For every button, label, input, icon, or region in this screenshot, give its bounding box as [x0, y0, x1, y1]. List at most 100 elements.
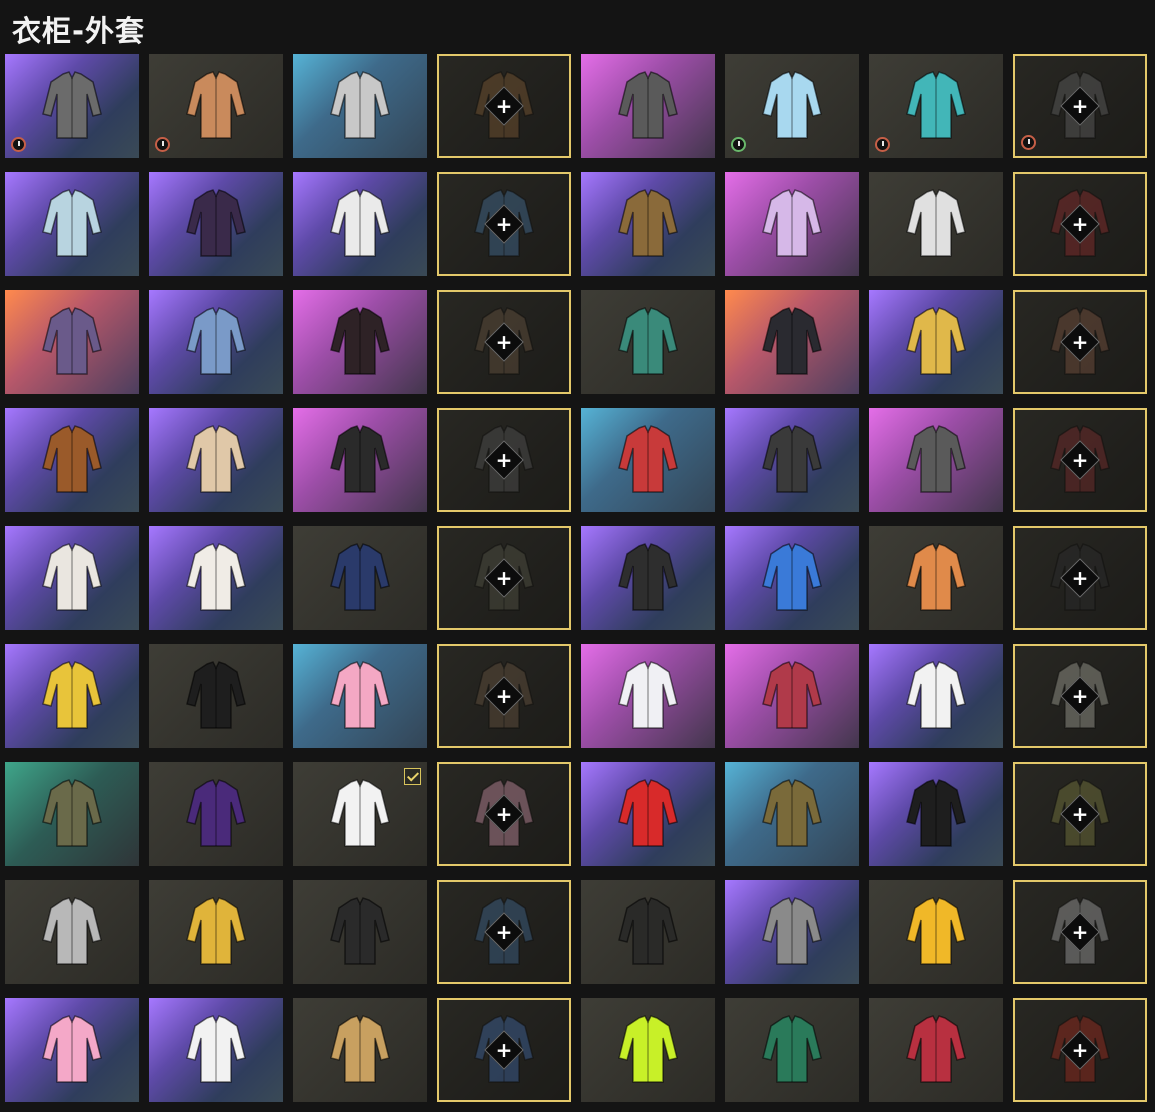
outfit-slot[interactable]	[149, 998, 283, 1102]
outfit-slot[interactable]	[725, 290, 859, 394]
outfit-slot[interactable]	[725, 172, 859, 276]
timer-icon	[11, 137, 26, 152]
outfit-slot[interactable]	[293, 880, 427, 984]
outfit-slot[interactable]	[869, 172, 1003, 276]
outfit-slot[interactable]	[869, 526, 1003, 630]
empty-outfit-slot[interactable]: +	[437, 998, 571, 1102]
outfit-slot[interactable]	[293, 290, 427, 394]
outfit-slot[interactable]	[581, 408, 715, 512]
jacket-icon	[903, 186, 969, 262]
outfit-slot[interactable]	[725, 526, 859, 630]
outfit-slot[interactable]	[581, 880, 715, 984]
outfit-slot[interactable]	[725, 408, 859, 512]
outfit-slot[interactable]	[149, 290, 283, 394]
jacket-icon	[759, 186, 825, 262]
outfit-slot[interactable]	[869, 762, 1003, 866]
outfit-slot[interactable]	[5, 762, 139, 866]
outfit-slot[interactable]	[869, 54, 1003, 158]
plus-glyph: +	[495, 684, 513, 708]
outfit-slot[interactable]	[5, 880, 139, 984]
outfit-slot[interactable]	[293, 54, 427, 158]
empty-outfit-slot[interactable]: +	[437, 762, 571, 866]
outfit-slot[interactable]	[293, 762, 427, 866]
empty-outfit-slot[interactable]: +	[437, 54, 571, 158]
outfit-slot[interactable]	[869, 408, 1003, 512]
outfit-slot[interactable]	[725, 880, 859, 984]
plus-glyph: +	[1071, 94, 1089, 118]
jacket-icon	[183, 776, 249, 852]
jacket-icon	[327, 894, 393, 970]
outfit-slot[interactable]	[293, 644, 427, 748]
empty-outfit-slot[interactable]: +	[437, 290, 571, 394]
outfit-slot[interactable]	[149, 54, 283, 158]
jacket-icon	[327, 658, 393, 734]
outfit-slot[interactable]	[581, 998, 715, 1102]
empty-outfit-slot[interactable]: +	[1013, 998, 1147, 1102]
outfit-slot[interactable]	[149, 644, 283, 748]
outfit-slot[interactable]	[581, 54, 715, 158]
outfit-slot[interactable]	[869, 998, 1003, 1102]
outfit-slot[interactable]	[5, 644, 139, 748]
outfit-slot[interactable]	[581, 290, 715, 394]
empty-outfit-slot[interactable]: +	[1013, 290, 1147, 394]
jacket-icon	[903, 776, 969, 852]
outfit-slot[interactable]	[293, 408, 427, 512]
outfit-slot[interactable]	[725, 998, 859, 1102]
timer-icon	[875, 137, 890, 152]
empty-outfit-slot[interactable]: +	[437, 644, 571, 748]
outfit-slot[interactable]	[869, 290, 1003, 394]
outfit-slot[interactable]	[869, 644, 1003, 748]
outfit-slot[interactable]	[5, 290, 139, 394]
empty-outfit-slot[interactable]: +	[1013, 762, 1147, 866]
outfit-slot[interactable]	[581, 644, 715, 748]
outfit-slot[interactable]	[725, 644, 859, 748]
outfit-slot[interactable]	[5, 172, 139, 276]
outfit-slot[interactable]	[293, 526, 427, 630]
outfit-slot[interactable]	[293, 998, 427, 1102]
outfit-slot[interactable]	[725, 54, 859, 158]
outfit-slot[interactable]	[149, 408, 283, 512]
empty-outfit-slot[interactable]: +	[437, 880, 571, 984]
outfit-slot[interactable]	[149, 172, 283, 276]
outfit-slot[interactable]	[581, 526, 715, 630]
jacket-icon	[183, 894, 249, 970]
plus-glyph: +	[495, 566, 513, 590]
jacket-icon	[39, 776, 105, 852]
jacket-icon	[39, 68, 105, 144]
jacket-icon	[759, 1012, 825, 1088]
outfit-slot[interactable]	[149, 880, 283, 984]
jacket-icon	[183, 186, 249, 262]
empty-outfit-slot[interactable]: +	[437, 172, 571, 276]
outfit-slot[interactable]	[149, 762, 283, 866]
empty-outfit-slot[interactable]: +	[437, 526, 571, 630]
jacket-icon	[183, 1012, 249, 1088]
empty-outfit-slot[interactable]: +	[1013, 408, 1147, 512]
empty-outfit-slot[interactable]: +	[1013, 526, 1147, 630]
jacket-icon	[39, 540, 105, 616]
empty-outfit-slot[interactable]: +	[1013, 880, 1147, 984]
empty-outfit-slot[interactable]: +	[1013, 644, 1147, 748]
plus-glyph: +	[1071, 448, 1089, 472]
jacket-icon	[903, 422, 969, 498]
jacket-icon	[759, 304, 825, 380]
outfit-slot[interactable]	[5, 526, 139, 630]
timer-icon	[155, 137, 170, 152]
empty-outfit-slot[interactable]: +	[1013, 54, 1147, 158]
outfit-slot[interactable]	[149, 526, 283, 630]
jacket-icon	[183, 422, 249, 498]
outfit-slot[interactable]	[293, 172, 427, 276]
plus-glyph: +	[1071, 1038, 1089, 1062]
jacket-icon	[615, 540, 681, 616]
outfit-slot[interactable]	[725, 762, 859, 866]
plus-glyph: +	[1071, 330, 1089, 354]
outfit-slot[interactable]	[869, 880, 1003, 984]
outfit-slot[interactable]	[5, 54, 139, 158]
empty-outfit-slot[interactable]: +	[1013, 172, 1147, 276]
outfit-slot[interactable]	[5, 408, 139, 512]
jacket-icon	[759, 540, 825, 616]
empty-outfit-slot[interactable]: +	[437, 408, 571, 512]
outfit-slot[interactable]	[5, 998, 139, 1102]
outfit-slot[interactable]	[581, 762, 715, 866]
outfit-slot[interactable]	[581, 172, 715, 276]
jacket-icon	[903, 540, 969, 616]
